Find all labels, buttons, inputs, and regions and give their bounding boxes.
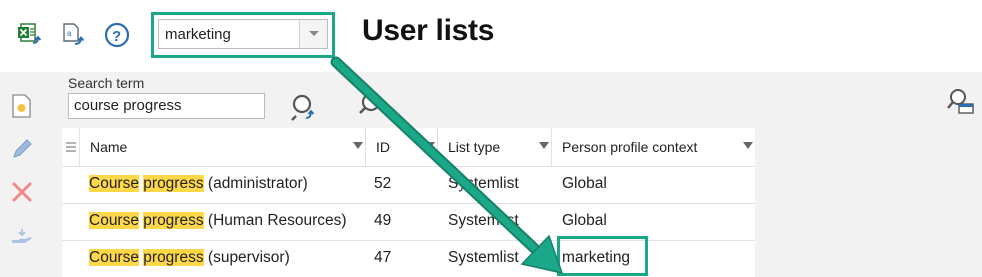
search-match: progress: [143, 249, 204, 266]
chevron-down-icon[interactable]: [299, 20, 327, 48]
search-input[interactable]: course progress: [68, 93, 265, 119]
svg-text:a: a: [67, 29, 72, 38]
search-match: Course: [89, 175, 139, 192]
context-cell-annotation-frame: [557, 236, 648, 276]
delete-x-icon[interactable]: [8, 178, 36, 206]
row-id: 49: [374, 212, 392, 229]
hand-transfer-icon[interactable]: [8, 223, 36, 251]
help-circle-icon[interactable]: ?: [102, 20, 132, 50]
context-select[interactable]: marketing: [158, 19, 328, 49]
table-row[interactable]: Course progress (supervisor) 47 Systemli…: [62, 241, 755, 277]
filter-arrow-icon[interactable]: [743, 142, 753, 149]
magnifier-icon[interactable]: [354, 90, 384, 120]
column-id[interactable]: ID: [366, 128, 438, 167]
person-panel-icon[interactable]: [945, 86, 975, 116]
row-name-rest: (administrator): [207, 175, 308, 192]
filter-arrow-icon[interactable]: [425, 142, 435, 149]
page-title: User lists: [362, 14, 495, 47]
row-id: 52: [374, 175, 392, 192]
filter-arrow-icon[interactable]: [539, 142, 549, 149]
row-id: 47: [374, 249, 392, 266]
search-match: progress: [143, 175, 204, 192]
excel-export-icon[interactable]: [15, 20, 45, 50]
row-list-type: Systemlist: [448, 175, 519, 192]
grid-header: Name ID List type Person profile context: [62, 128, 755, 167]
main-panel: Search term course progress Name ID List…: [0, 72, 982, 277]
edit-pencil-icon[interactable]: [8, 135, 36, 163]
column-person-profile-context[interactable]: Person profile context: [552, 128, 755, 167]
row-context: Global: [562, 212, 607, 229]
column-name[interactable]: Name: [80, 128, 366, 167]
filter-arrow-icon[interactable]: [353, 142, 363, 149]
search-match: Course: [89, 249, 139, 266]
top-toolbar: a ? marketing User lists: [0, 0, 982, 72]
column-list-type[interactable]: List type: [438, 128, 552, 167]
search-match: Course: [89, 212, 139, 229]
person-search-icon[interactable]: [287, 92, 317, 122]
table-row[interactable]: Course progress (Human Resources) 49 Sys…: [62, 204, 755, 241]
search-match: progress: [143, 212, 204, 229]
row-list-type: Systemlist: [448, 212, 519, 229]
search-term-label: Search term: [68, 75, 145, 91]
context-select-value: marketing: [165, 26, 231, 43]
row-list-type: Systemlist: [448, 249, 519, 266]
svg-text:?: ?: [112, 28, 121, 45]
row-context: Global: [562, 175, 607, 192]
table-row[interactable]: Course progress (administrator) 52 Syste…: [62, 167, 755, 204]
new-list-icon[interactable]: [8, 92, 36, 120]
row-name-rest: (Human Resources): [207, 212, 347, 229]
user-lists-grid: Name ID List type Person profile context…: [62, 128, 755, 277]
row-menu-icon[interactable]: [62, 128, 80, 167]
row-name-rest: (supervisor): [207, 249, 290, 266]
document-export-icon[interactable]: a: [59, 20, 89, 50]
